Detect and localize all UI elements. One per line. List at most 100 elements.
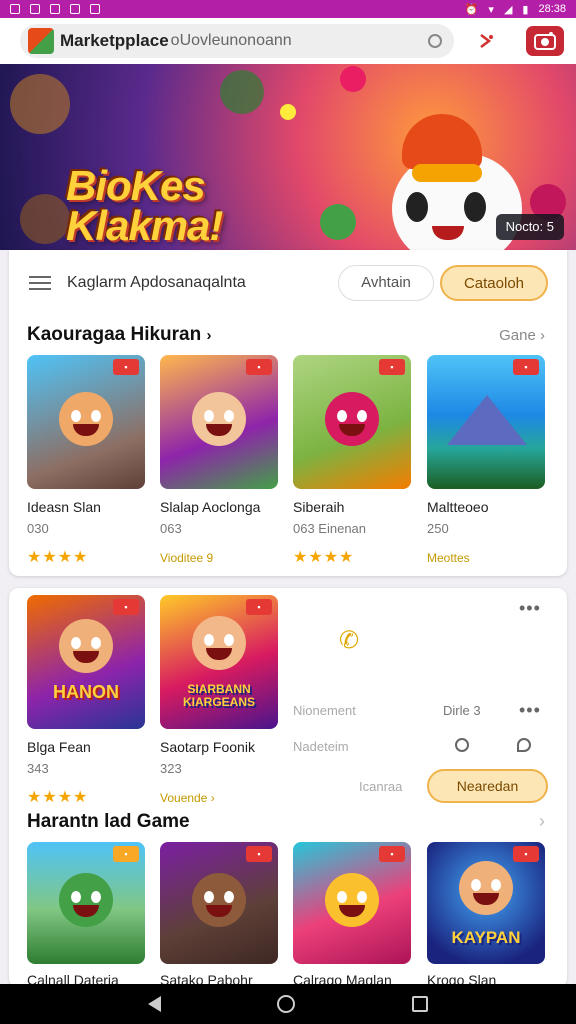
rating-stars: ★★★★: [293, 549, 355, 566]
tile-word: SIARBANN KIARGEANS: [182, 682, 255, 709]
tag-icon: ▪: [113, 359, 139, 375]
hero-banner[interactable]: BioKes Klakma!: [0, 64, 576, 250]
tag-icon: ▪: [113, 846, 139, 862]
character-icon: [325, 873, 379, 927]
character-icon: [59, 618, 113, 673]
game-title[interactable]: Slalap Aoclonga: [160, 499, 260, 515]
section-title[interactable]: Kaouragaa Hikuran ›: [27, 324, 212, 346]
decorative-bubble: [220, 70, 264, 114]
search-icon[interactable]: [428, 34, 442, 48]
game-tile[interactable]: ▪: [293, 355, 411, 489]
tag-icon: ▪: [246, 359, 272, 375]
game-tile[interactable]: ▪: [427, 355, 545, 489]
battery-icon: ▮: [522, 3, 529, 16]
game-title[interactable]: Siberaih: [293, 499, 344, 515]
character-icon: [59, 392, 113, 446]
game-link[interactable]: Vioditee 9: [160, 551, 213, 565]
tag-icon: ▪: [113, 599, 139, 615]
tile-word: HANON: [53, 682, 119, 702]
chevron-right-icon: ›: [540, 327, 545, 344]
notification-icon: [50, 4, 60, 14]
game-link[interactable]: Meottes: [427, 551, 470, 565]
game-meta: 063 Einenan: [293, 521, 367, 536]
character-icon: [325, 392, 379, 446]
tile-word: KAYPAN: [451, 928, 521, 947]
game-title[interactable]: Maltteoeo: [427, 499, 488, 515]
game-list-card: ▪ HANON ▪ SIARBANN KIARGEANS ••• ✆ Nione…: [9, 588, 567, 988]
tag-icon: ▪: [513, 359, 539, 375]
refresh-icon[interactable]: [455, 738, 469, 752]
menu-icon[interactable]: [29, 276, 51, 290]
mountain-icon: [447, 395, 527, 445]
tag-icon: ▪: [379, 359, 405, 375]
app-bar: Marketpplace oUovleunonoann: [0, 18, 576, 64]
character-icon: [192, 615, 246, 670]
chevron-right-icon: ›: [210, 791, 215, 805]
section-title[interactable]: Harantn lad Game: [27, 811, 190, 833]
banner-title: BioKes Klakma!: [66, 162, 223, 249]
filter-bar: Kaglarm Apdosanaqalnta Avhtain Cataoloh: [9, 264, 567, 302]
notification-icon: [90, 4, 100, 14]
game-tile[interactable]: ▪ KAYPAN: [427, 842, 545, 964]
game-link[interactable]: Vouende ›: [160, 791, 215, 805]
game-meta: 343: [27, 761, 49, 776]
wifi-icon: ▾: [488, 3, 494, 16]
side-label: Nionement: [293, 703, 356, 718]
game-tile[interactable]: ▪ SIARBANN KIARGEANS: [160, 595, 278, 729]
featured-games-card: Kaglarm Apdosanaqalnta Avhtain Cataoloh …: [9, 250, 567, 576]
character-icon: [192, 392, 246, 446]
side-label: Icanraa: [359, 779, 403, 794]
game-meta: 030: [27, 521, 49, 536]
decorative-bubble: [320, 204, 356, 240]
home-icon[interactable]: [277, 995, 296, 1013]
phone-icon: ✆: [339, 627, 360, 654]
more-options-icon[interactable]: •••: [519, 598, 541, 619]
game-meta: 250: [427, 521, 449, 536]
game-tile[interactable]: ▪ HANON: [27, 595, 145, 729]
alarm-icon: ⏰: [464, 3, 479, 16]
rating-stars: ★★★★: [27, 789, 89, 806]
decorative-bubble: [10, 74, 70, 134]
microphone-icon[interactable]: [474, 29, 498, 53]
recent-apps-icon[interactable]: [411, 996, 428, 1012]
filter-chip-outline[interactable]: Avhtain: [338, 265, 434, 301]
game-tile[interactable]: ▪: [293, 842, 411, 964]
game-tile[interactable]: ▪: [160, 842, 278, 964]
tag-icon: ▪: [246, 846, 272, 862]
chevron-right-icon[interactable]: ›: [539, 811, 545, 832]
signal-icon: ◢: [503, 3, 513, 16]
decorative-bubble: [280, 104, 296, 120]
system-nav-bar: [0, 984, 576, 1024]
back-icon[interactable]: [148, 996, 162, 1012]
rating-stars: ★★★★: [27, 549, 89, 566]
section-more-link[interactable]: Gane ›: [499, 327, 545, 344]
side-label-right: Dirle 3: [443, 703, 481, 718]
game-title[interactable]: Saotarp Foonik: [160, 739, 255, 755]
game-tile[interactable]: ▪: [27, 842, 145, 964]
chevron-right-icon: ›: [206, 327, 212, 344]
action-button[interactable]: Nearedan: [427, 769, 548, 803]
status-time: 28:38: [538, 3, 566, 15]
status-bar: ⏰ ▾ ◢ ▮ 28:38: [0, 0, 576, 18]
store-logo-icon: [28, 28, 54, 54]
decorative-bubble: [340, 66, 366, 92]
filter-label: Kaglarm Apdosanaqalnta: [67, 274, 246, 291]
profile-icon[interactable]: [526, 26, 564, 56]
tag-icon: ▪: [379, 846, 405, 862]
game-title[interactable]: Blga Fean: [27, 739, 91, 755]
game-meta: 063: [160, 521, 182, 536]
filter-chip-selected[interactable]: Cataoloh: [440, 265, 548, 301]
more-options-icon[interactable]: •••: [519, 700, 541, 721]
character-icon: [192, 873, 246, 927]
tag-icon: ▪: [513, 846, 539, 862]
search-input[interactable]: oUovleunonoann: [171, 32, 292, 50]
game-title[interactable]: Ideasn Slan: [27, 499, 101, 515]
notification-icon: [30, 4, 40, 14]
tag-icon: ▪: [246, 599, 272, 615]
decorative-bubble: [20, 194, 70, 244]
search-bar[interactable]: Marketpplace oUovleunonoann: [20, 24, 454, 58]
game-tile[interactable]: ▪: [27, 355, 145, 489]
banner-badge: Nocto: 5: [495, 214, 564, 240]
share-icon[interactable]: [517, 738, 531, 752]
game-tile[interactable]: ▪: [160, 355, 278, 489]
